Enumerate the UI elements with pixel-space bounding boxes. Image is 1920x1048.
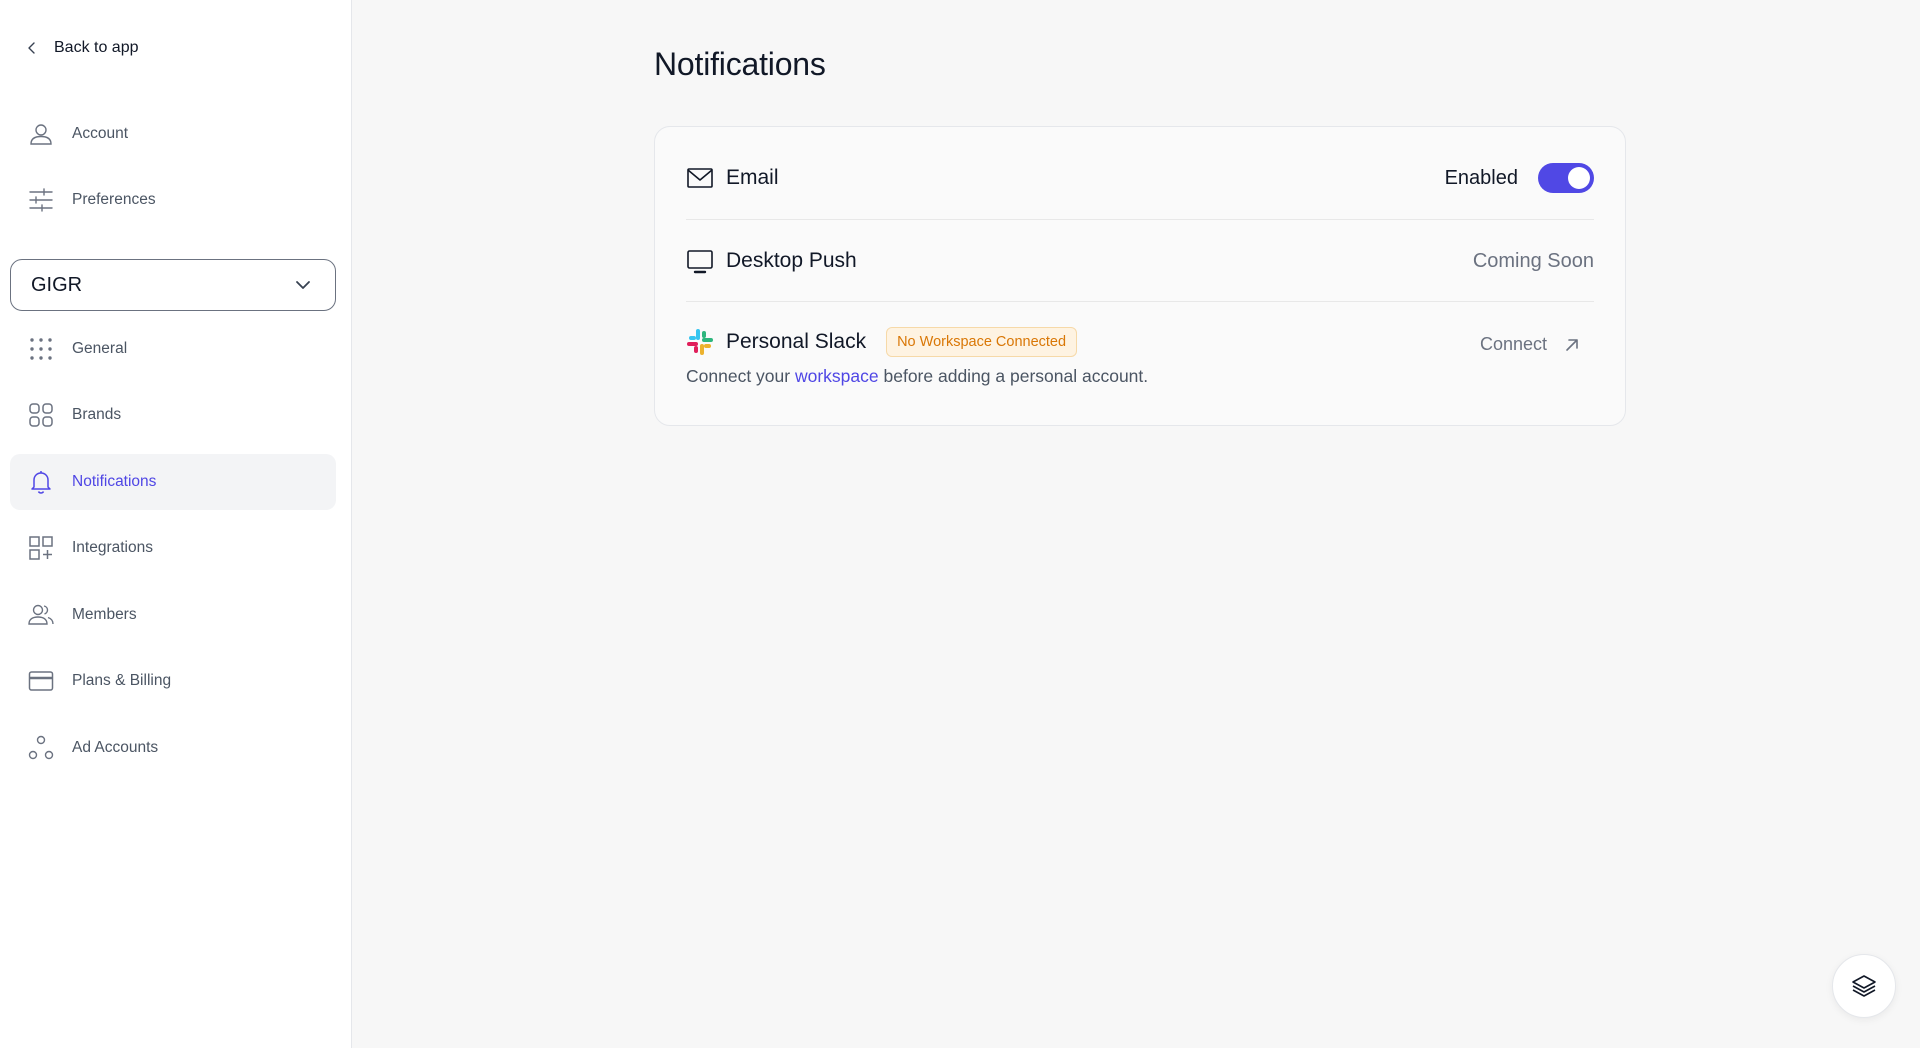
workspace-selected-value: GIGR — [31, 273, 83, 296]
chevron-left-icon — [28, 42, 35, 54]
settings-sidebar: Back to app Account Preferences GIGR Gen… — [0, 0, 352, 1048]
desktop-push-status: Coming Soon — [1472, 249, 1594, 272]
sidebar-item-plans-billing[interactable]: Plans & Billing — [10, 653, 336, 709]
back-to-app-link[interactable]: Back to app — [24, 34, 139, 62]
app-root: Back to app Account Preferences GIGR Gen… — [0, 0, 1920, 1048]
dots-grid-icon — [30, 338, 52, 360]
nodes-icon — [28, 735, 54, 760]
email-row: Email Enabled — [686, 161, 1594, 195]
workspace-link[interactable]: workspace — [795, 366, 879, 386]
sidebar-item-integrations[interactable]: Integrations — [10, 520, 336, 576]
toggle-knob — [1568, 167, 1590, 189]
mail-icon — [686, 164, 714, 192]
desktop-push-label: Desktop Push — [726, 249, 857, 272]
row-divider — [686, 301, 1594, 302]
connect-label: Connect — [1479, 334, 1547, 354]
bell-icon — [31, 471, 51, 494]
sidebar-item-label: General — [72, 340, 128, 357]
sidebar-item-label: Account — [72, 125, 129, 142]
sidebar-item-label: Integrations — [72, 539, 153, 556]
sidebar-item-label: Brands — [72, 406, 122, 423]
sidebar-item-brands[interactable]: Brands — [10, 387, 336, 443]
chevron-down-icon — [296, 281, 310, 289]
email-toggle[interactable] — [1538, 163, 1594, 193]
sidebar-item-preferences[interactable]: Preferences — [10, 172, 336, 228]
layers-button[interactable] — [1832, 954, 1896, 1018]
users-icon — [28, 604, 54, 625]
grid-plus-icon — [29, 536, 53, 560]
monitor-icon — [686, 247, 714, 275]
sidebar-item-account[interactable]: Account — [10, 106, 336, 162]
user-icon — [30, 124, 52, 145]
sidebar-item-notifications[interactable]: Notifications — [10, 454, 336, 510]
slack-description: Connect your workspace before adding a p… — [686, 366, 1148, 387]
sidebar-item-label: Members — [72, 606, 137, 623]
workspace-select[interactable]: GIGR — [10, 259, 336, 311]
slack-desc-text: before adding a personal account. — [883, 366, 1149, 386]
back-to-app-label: Back to app — [54, 39, 139, 56]
layers-icon — [1852, 975, 1876, 997]
personal-slack-row: Personal Slack No Workspace Connected — [686, 324, 1594, 360]
slack-icon — [686, 328, 714, 356]
arrow-up-right-icon — [1566, 338, 1578, 351]
sidebar-item-general[interactable]: General — [10, 321, 336, 377]
email-status: Enabled — [1444, 166, 1518, 189]
sidebar-item-label: Ad Accounts — [72, 739, 159, 756]
sidebar-item-label: Preferences — [72, 191, 156, 208]
status-badge: No Workspace Connected — [886, 327, 1078, 357]
row-divider — [686, 219, 1594, 220]
notifications-card: Email Enabled Desktop Push Coming Soon P… — [654, 126, 1626, 426]
connect-button[interactable]: Connect — [1480, 334, 1581, 355]
sidebar-item-ad-accounts[interactable]: Ad Accounts — [10, 720, 336, 776]
sidebar-item-members[interactable]: Members — [10, 587, 336, 643]
desktop-push-row: Desktop Push Coming Soon — [686, 244, 1594, 278]
grid-four-icon — [29, 403, 53, 427]
credit-card-icon — [28, 671, 54, 691]
personal-slack-label: Personal Slack — [726, 330, 867, 353]
email-label: Email — [726, 166, 779, 189]
sidebar-item-label: Notifications — [72, 473, 157, 490]
main-content: Notifications Email Enabled Desktop Push… — [352, 0, 1920, 1048]
sidebar-item-label: Plans & Billing — [72, 672, 172, 689]
page-title: Notifications — [654, 46, 826, 82]
sliders-icon — [29, 188, 53, 212]
slack-desc-text: Connect your — [686, 366, 791, 386]
